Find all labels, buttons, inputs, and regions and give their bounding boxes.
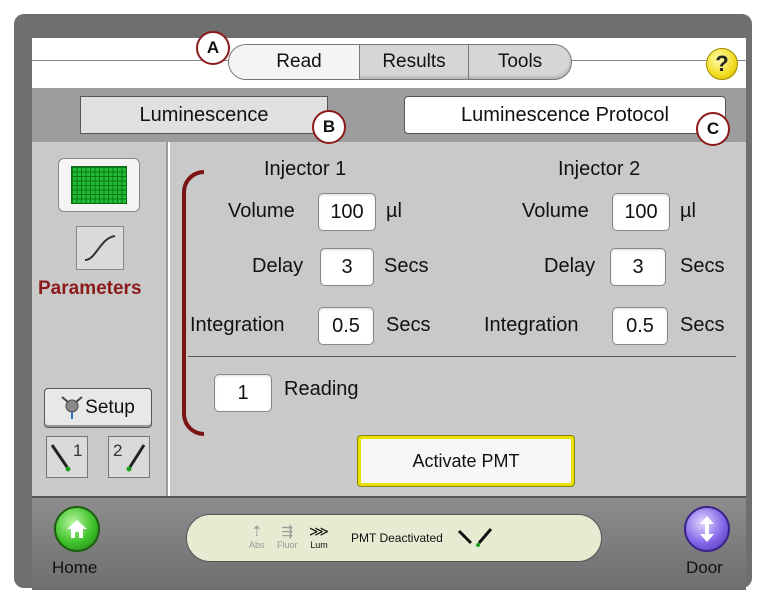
abs-label: Abs <box>249 540 265 550</box>
home-icon <box>67 520 87 538</box>
injector-1-number: 1 <box>73 441 83 460</box>
sidebar-divider <box>166 142 168 496</box>
injector-1-delay-unit: Secs <box>384 255 429 277</box>
reading-label: Reading <box>284 378 359 400</box>
lum-icon: ⋙ Lum <box>309 523 329 550</box>
door-label: Door <box>686 558 723 577</box>
injector-1-volume-unit: µl <box>386 200 402 222</box>
injector-1-title: Injector 1 <box>264 158 347 180</box>
help-button[interactable]: ? <box>706 48 738 80</box>
fluor-glyph: ⇶ <box>281 523 294 539</box>
abs-glyph: ⇡ <box>250 523 263 539</box>
pmt-status-text: PMT Deactivated <box>351 531 443 545</box>
injector-1-delay-label: Delay <box>252 255 304 277</box>
injector-2-delay-unit: Secs <box>680 255 725 277</box>
curve-icon <box>84 235 116 261</box>
injector-1-button[interactable]: 1 <box>46 436 88 478</box>
home-label: Home <box>52 558 98 577</box>
injector-2-button[interactable]: 2 <box>108 436 150 478</box>
fluor-label: Fluor <box>277 540 298 550</box>
microplate-icon <box>71 166 127 204</box>
door-button[interactable] <box>684 506 730 552</box>
lum-label: Lum <box>310 540 328 550</box>
injector-2-delay-label: Delay <box>544 255 596 277</box>
reading-count-input[interactable]: 1 <box>214 374 272 412</box>
injector-2-volume-unit: µl <box>680 200 696 222</box>
parameters-label: Parameters <box>38 278 142 299</box>
callout-b: B <box>312 110 346 144</box>
parameters-divider <box>188 356 736 357</box>
injector-1-delay-input[interactable]: 3 <box>320 248 374 286</box>
injector-2-integration-unit: Secs <box>680 314 725 336</box>
callout-a: A <box>196 31 230 65</box>
lum-glyph: ⋙ <box>309 523 329 539</box>
injector-tip-icon <box>126 444 146 472</box>
setup-button[interactable]: Setup <box>44 388 152 428</box>
read-mode-display[interactable]: Luminescence <box>80 96 328 134</box>
setup-label: Setup <box>85 397 135 418</box>
door-arrows-icon <box>700 516 714 542</box>
tab-read[interactable]: Read <box>229 45 360 79</box>
plate-layout-button[interactable] <box>58 158 140 212</box>
home-button[interactable] <box>54 506 100 552</box>
injector-setup-icon <box>61 396 83 419</box>
tab-results[interactable]: Results <box>360 45 469 79</box>
kinetic-curve-button[interactable] <box>76 226 124 270</box>
main-tabs: Read Results Tools <box>228 44 572 80</box>
callout-c: C <box>696 112 730 146</box>
tab-tools[interactable]: Tools <box>469 45 571 79</box>
injector-2-title: Injector 2 <box>558 158 641 180</box>
injector-2-volume-label: Volume <box>522 200 589 222</box>
injector-tip-icon <box>50 444 71 472</box>
fluor-icon: ⇶ Fluor <box>277 523 298 550</box>
status-bar: ⇡ Abs ⇶ Fluor ⋙ Lum PMT Deactivated <box>186 514 602 562</box>
injectors-status-icon <box>457 528 493 547</box>
parameters-bracket <box>182 170 204 436</box>
injector-2-delay-input[interactable]: 3 <box>610 248 666 286</box>
injector-1-integration-unit: Secs <box>386 314 431 336</box>
injector-1-integration-label: Integration <box>190 314 285 336</box>
injector-2-volume-input[interactable]: 100 <box>612 193 670 231</box>
injector-2-number: 2 <box>113 441 123 460</box>
injector-1-volume-input[interactable]: 100 <box>318 193 376 231</box>
injector-2-integration-input[interactable]: 0.5 <box>612 307 668 345</box>
injector-1-volume-label: Volume <box>228 200 295 222</box>
abs-icon: ⇡ Abs <box>249 523 265 550</box>
activate-pmt-button[interactable]: Activate PMT <box>358 436 574 486</box>
injector-1-integration-input[interactable]: 0.5 <box>318 307 374 345</box>
protocol-name-display[interactable]: Luminescence Protocol <box>404 96 726 134</box>
injector-2-integration-label: Integration <box>484 314 579 336</box>
